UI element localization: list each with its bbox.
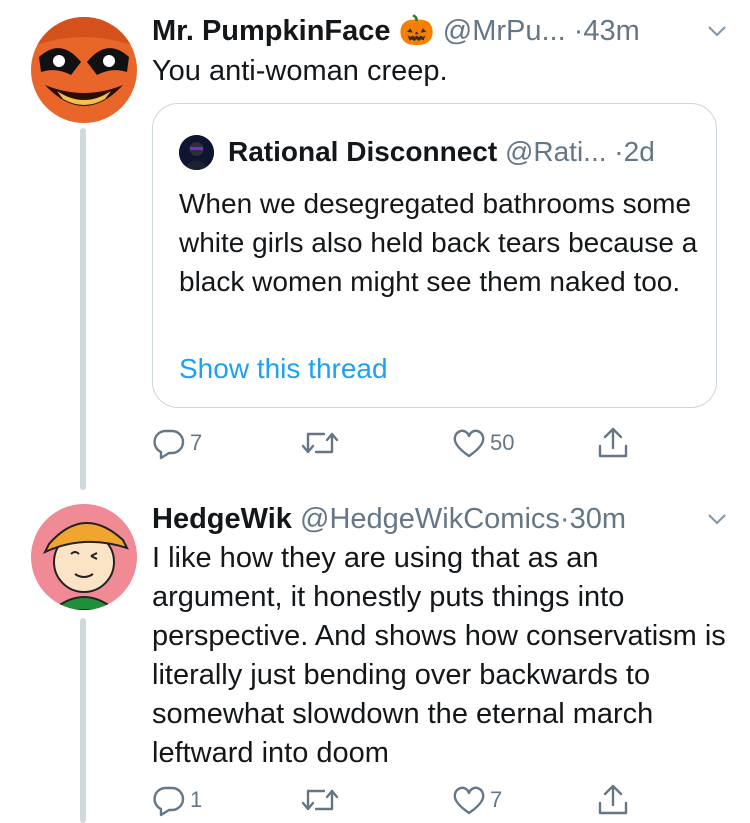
tweet-header: Mr. PumpkinFace 🎃 @MrPu... ·43m bbox=[152, 14, 728, 48]
timestamp[interactable]: 30m bbox=[570, 503, 626, 535]
tweet-text: You anti-woman creep. bbox=[152, 55, 448, 87]
like-icon bbox=[453, 429, 485, 458]
retweet-icon bbox=[301, 432, 339, 454]
reply-icon bbox=[153, 429, 185, 460]
like-icon bbox=[453, 786, 485, 815]
like-count: 50 bbox=[490, 430, 515, 455]
retweet-button[interactable] bbox=[300, 423, 344, 463]
tweet-header: HedgeWik @HedgeWikComics·30m bbox=[152, 502, 728, 536]
username[interactable]: @MrPu... bbox=[443, 15, 566, 47]
timestamp[interactable]: 43m bbox=[583, 15, 639, 47]
tweet[interactable]: HedgeWik @HedgeWikComics·30m I like how … bbox=[0, 490, 750, 823]
reply-button[interactable]: 1 bbox=[152, 780, 202, 820]
quoted-header: Rational Disconnect @Rati... ·2d bbox=[228, 132, 655, 172]
like-button[interactable]: 50 bbox=[452, 423, 514, 463]
display-name[interactable]: HedgeWik bbox=[152, 503, 292, 535]
reply-icon bbox=[153, 786, 185, 817]
share-icon bbox=[598, 784, 628, 815]
chevron-down-icon[interactable] bbox=[706, 504, 728, 538]
username[interactable]: @HedgeWikComics bbox=[300, 503, 560, 535]
quoted-text: When we desegregated bathrooms some whit… bbox=[179, 188, 698, 297]
pumpkin-emoji: 🎃 bbox=[398, 15, 435, 47]
avatar[interactable] bbox=[31, 17, 137, 123]
share-button[interactable] bbox=[596, 780, 630, 820]
reply-count: 1 bbox=[190, 787, 203, 812]
quoted-avatar[interactable] bbox=[179, 135, 214, 170]
share-button[interactable] bbox=[596, 423, 630, 463]
tweet[interactable]: Mr. PumpkinFace 🎃 @MrPu... ·43m You anti… bbox=[0, 0, 750, 490]
like-button[interactable]: 7 bbox=[452, 780, 502, 820]
separator-dot: · bbox=[614, 136, 624, 167]
quoted-tweet[interactable]: Rational Disconnect @Rati... ·2d When we… bbox=[152, 103, 717, 408]
reply-button[interactable]: 7 bbox=[152, 423, 202, 463]
separator-dot: · bbox=[573, 15, 584, 47]
tweet-text: I like how they are using that as an arg… bbox=[152, 542, 726, 769]
quoted-username[interactable]: @Rati... bbox=[505, 136, 607, 167]
reply-count: 7 bbox=[190, 430, 203, 455]
thread-line bbox=[80, 618, 86, 823]
separator-dot: · bbox=[559, 503, 570, 535]
quoted-display-name[interactable]: Rational Disconnect bbox=[228, 136, 497, 167]
chevron-down-icon[interactable] bbox=[706, 16, 728, 50]
display-name[interactable]: Mr. PumpkinFace bbox=[152, 15, 391, 47]
retweet-icon bbox=[301, 789, 339, 811]
share-icon bbox=[598, 427, 628, 458]
like-count: 7 bbox=[490, 787, 503, 812]
retweet-button[interactable] bbox=[300, 780, 344, 820]
action-bar: 1 7 bbox=[152, 780, 672, 820]
action-bar: 7 50 bbox=[152, 423, 672, 463]
show-thread-link[interactable]: Show this thread bbox=[179, 349, 388, 389]
avatar[interactable] bbox=[31, 504, 137, 610]
thread-line bbox=[80, 128, 86, 490]
quoted-timestamp[interactable]: 2d bbox=[624, 136, 655, 167]
